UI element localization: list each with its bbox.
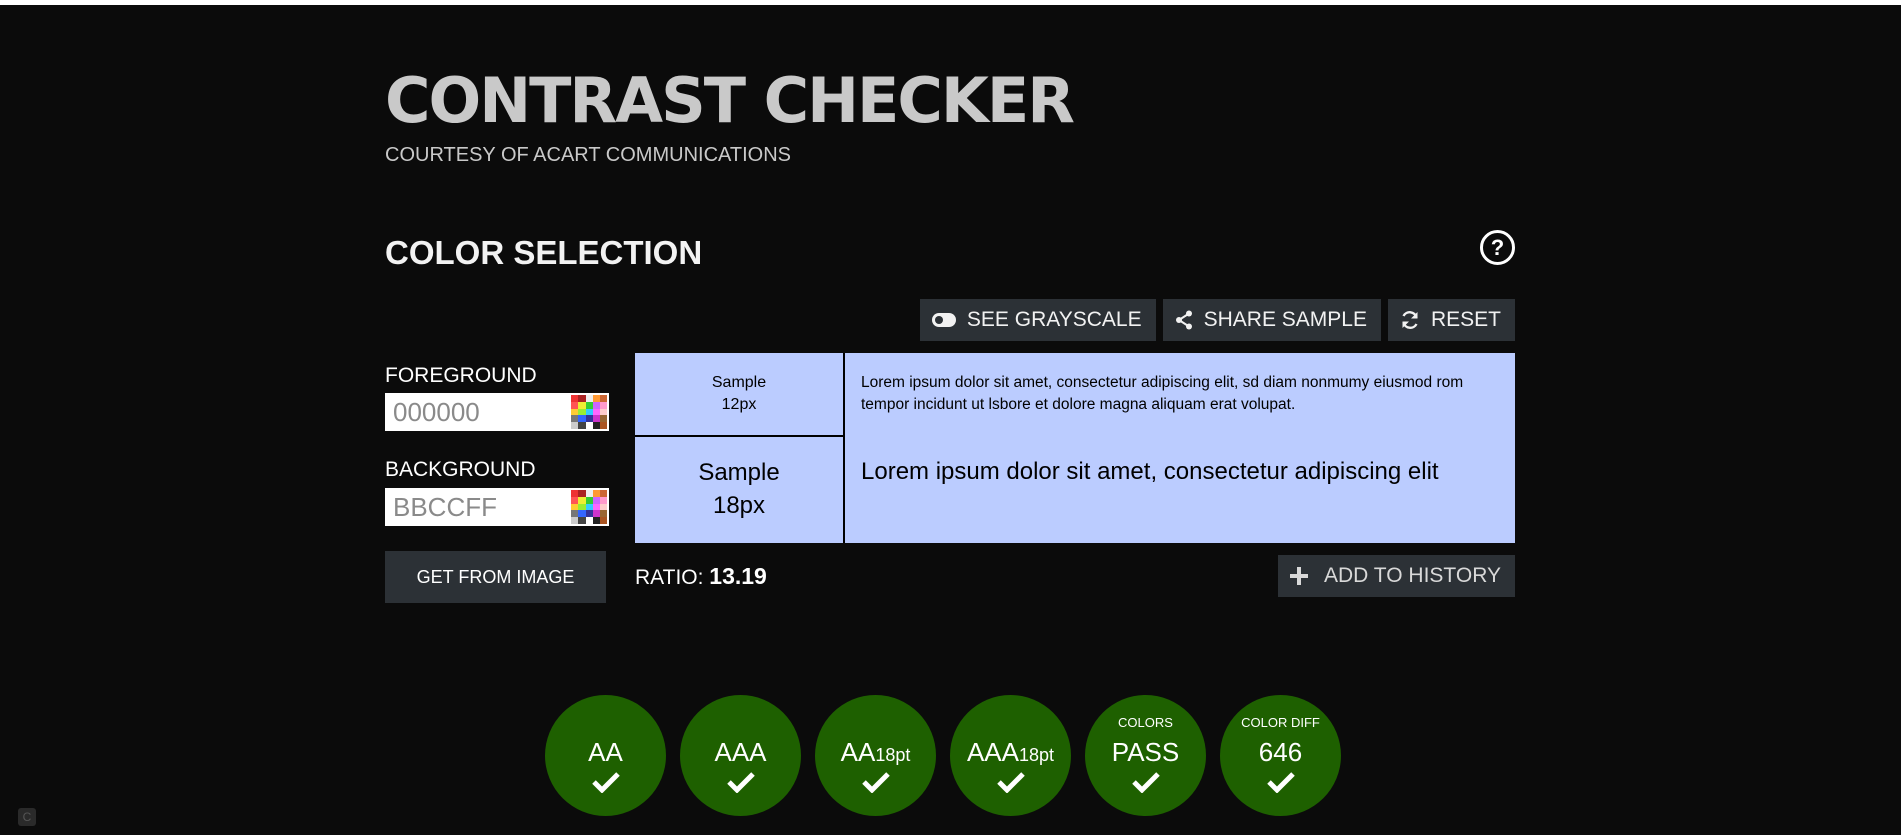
- main-container: CONTRAST CHECKER COURTESY OF ACART COMMU…: [385, 0, 1515, 835]
- plus-icon: [1290, 567, 1308, 585]
- sample-12px-size: 12px: [721, 396, 757, 413]
- reset-label: RESET: [1430, 308, 1501, 331]
- check-icon: [1132, 772, 1160, 793]
- page-subtitle: COURTESY OF ACART COMMUNICATIONS: [385, 144, 791, 166]
- reset-button[interactable]: RESET: [1387, 299, 1515, 341]
- sample-preview: Sample 12px Sample 18px Lorem ipsum dolo…: [635, 353, 1515, 543]
- result-color-diff: COLOR DIFF 646: [1220, 695, 1341, 816]
- ratio-value: 13.19: [709, 563, 767, 589]
- extension-icon[interactable]: C: [18, 808, 36, 826]
- share-sample-label: SHARE SAMPLE: [1203, 308, 1367, 331]
- result-label: 646: [1258, 737, 1303, 767]
- result-label: AA18pt: [840, 737, 911, 767]
- check-icon: [592, 772, 620, 793]
- sample-12px-label: Sample 12px: [635, 372, 843, 416]
- color-palette-icon[interactable]: [571, 490, 607, 524]
- result-aaa-18pt: AAA18pt: [950, 695, 1071, 816]
- toggle-icon: [931, 313, 956, 327]
- preview-divider: [843, 353, 845, 543]
- question-circle-icon[interactable]: ?: [1480, 230, 1515, 265]
- check-icon: [727, 772, 755, 793]
- sample-text-small: Lorem ipsum dolor sit amet, consectetur …: [861, 374, 1464, 413]
- ratio-label: RATIO:: [635, 566, 704, 589]
- sample-12px-word: Sample: [711, 374, 767, 391]
- share-icon: [1175, 310, 1192, 330]
- add-to-history-button[interactable]: ADD TO HISTORY: [1278, 555, 1515, 597]
- result-caption: COLORS: [1118, 715, 1173, 730]
- result-label: AA: [588, 737, 623, 767]
- sample-18px-size: 18px: [712, 492, 766, 519]
- result-aaa: AAA: [680, 695, 801, 816]
- get-from-image-button[interactable]: GET FROM IMAGE: [385, 551, 606, 603]
- sample-text-large: Lorem ipsum dolor sit amet, consectetur …: [861, 458, 1439, 485]
- check-icon: [997, 772, 1025, 793]
- color-palette-icon[interactable]: [571, 395, 607, 429]
- check-icon: [862, 772, 890, 793]
- background-field: BBCCFF: [385, 488, 609, 526]
- result-aa: AA: [545, 695, 666, 816]
- result-colors: COLORS PASS: [1085, 695, 1206, 816]
- see-grayscale-button[interactable]: SEE GRAYSCALE: [919, 299, 1156, 341]
- contrast-ratio: RATIO: 13.19: [635, 563, 767, 590]
- section-title: COLOR SELECTION: [385, 234, 703, 271]
- preview-divider: [635, 435, 843, 437]
- foreground-label: FOREGROUND: [385, 364, 537, 387]
- result-caption: COLOR DIFF: [1241, 715, 1320, 730]
- check-icon: [1267, 772, 1295, 793]
- background-input[interactable]: BBCCFF: [387, 490, 572, 524]
- foreground-field: 000000: [385, 393, 609, 431]
- sample-18px-label: Sample 18px: [635, 456, 843, 522]
- see-grayscale-label: SEE GRAYSCALE: [966, 308, 1142, 331]
- result-aa-18pt: AA18pt: [815, 695, 936, 816]
- result-label: AAA: [714, 737, 767, 767]
- toolbar: SEE GRAYSCALE SHARE SAMPLE RESET: [919, 299, 1515, 341]
- result-label: AAA18pt: [966, 737, 1055, 767]
- refresh-icon: [1402, 311, 1418, 329]
- result-label: PASS: [1111, 737, 1180, 767]
- page-title: CONTRAST CHECKER: [385, 64, 1075, 137]
- background-label: BACKGROUND: [385, 458, 536, 481]
- results-row: AA AAA AA18pt AAA18pt COLORS PASS COLOR …: [545, 695, 1341, 816]
- share-sample-button[interactable]: SHARE SAMPLE: [1162, 299, 1381, 341]
- foreground-input[interactable]: 000000: [387, 395, 572, 429]
- sample-18px-word: Sample: [698, 459, 780, 486]
- add-to-history-label: ADD TO HISTORY: [1324, 564, 1501, 587]
